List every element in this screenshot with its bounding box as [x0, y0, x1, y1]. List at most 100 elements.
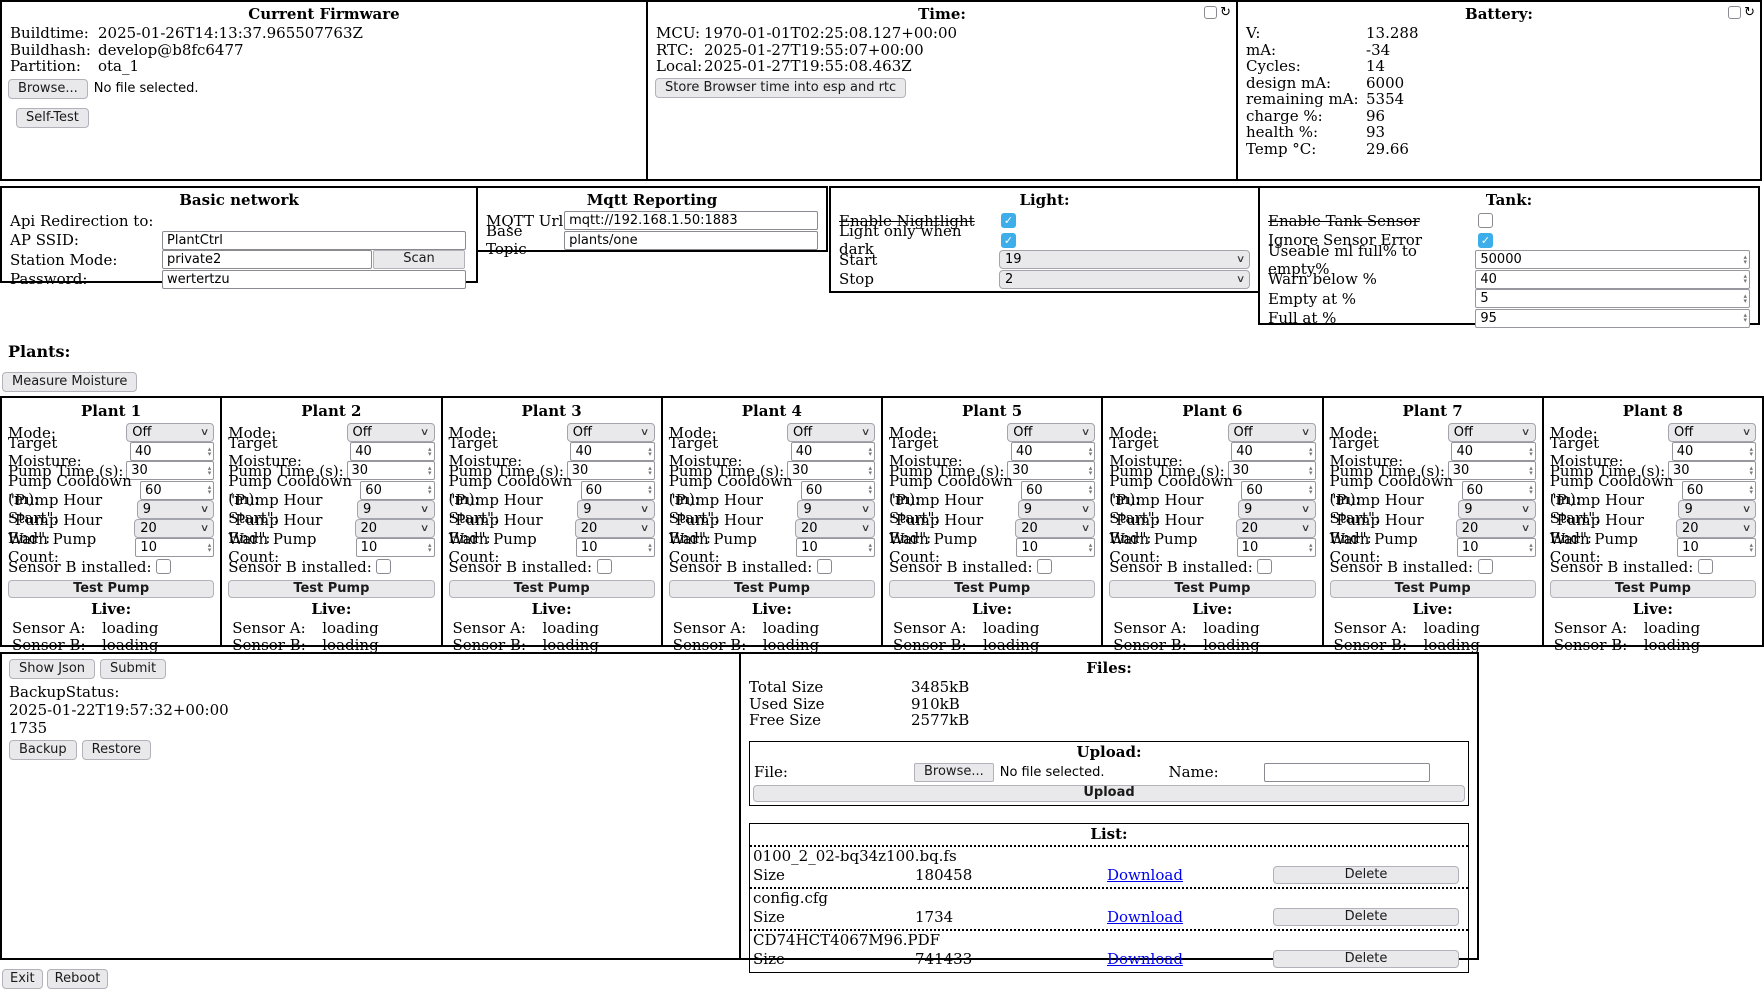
upload-browse-button[interactable]: Browse...: [914, 763, 994, 782]
number-spinner[interactable]: ▴▾: [868, 485, 872, 495]
time-auto-refresh-checkbox[interactable]: [1204, 6, 1217, 19]
pump-cooldown-input[interactable]: 60▴▾: [360, 481, 434, 500]
warn-pump-count-input[interactable]: 10▴▾: [1457, 538, 1536, 557]
exit-button[interactable]: Exit: [2, 969, 43, 989]
test-pump-button[interactable]: Test Pump: [1109, 580, 1315, 598]
tank-field-input[interactable]: 50000 ▴▾: [1475, 250, 1750, 269]
file-download-link[interactable]: Download: [1107, 866, 1183, 884]
number-spinner[interactable]: ▴▾: [648, 466, 652, 476]
mqtt-url-input[interactable]: mqtt://192.168.1.50:1883: [564, 211, 818, 230]
light-stop-select[interactable]: 2∨: [999, 270, 1250, 289]
scan-button[interactable]: Scan: [373, 250, 465, 269]
ignore-sensor-error-checkbox[interactable]: [1478, 233, 1493, 248]
light-only-dark-checkbox[interactable]: [1001, 233, 1016, 248]
number-spinner[interactable]: ▴▾: [648, 543, 652, 553]
number-spinner[interactable]: ▴▾: [1089, 543, 1093, 553]
number-spinner[interactable]: ▴▾: [1529, 485, 1533, 495]
reboot-button[interactable]: Reboot: [47, 969, 109, 989]
number-spinner[interactable]: ▴▾: [868, 447, 872, 457]
number-spinner[interactable]: ▴▾: [428, 485, 432, 495]
pump-hour-start-select[interactable]: 9∨: [1458, 500, 1536, 519]
tank-field-input[interactable]: 5 ▴▾: [1475, 289, 1750, 308]
number-spinner[interactable]: ▴▾: [1749, 447, 1753, 457]
warn-pump-count-input[interactable]: 10▴▾: [1016, 538, 1095, 557]
number-spinner[interactable]: ▴▾: [1749, 485, 1753, 495]
pump-cooldown-input[interactable]: 60▴▾: [801, 481, 875, 500]
battery-auto-refresh-checkbox[interactable]: [1728, 6, 1741, 19]
number-spinner[interactable]: ▴▾: [428, 543, 432, 553]
pump-hour-end-select[interactable]: 20∨: [1236, 519, 1316, 538]
target-moisture-input[interactable]: 40▴▾: [570, 442, 654, 461]
restore-button[interactable]: Restore: [82, 740, 151, 760]
test-pump-button[interactable]: Test Pump: [449, 580, 655, 598]
number-spinner[interactable]: ▴▾: [1089, 485, 1093, 495]
number-spinner[interactable]: ▴▾: [428, 447, 432, 457]
test-pump-button[interactable]: Test Pump: [1550, 580, 1756, 598]
warn-pump-count-input[interactable]: 10▴▾: [796, 538, 875, 557]
enable-tank-sensor-checkbox[interactable]: [1478, 213, 1493, 228]
number-spinner[interactable]: ▴▾: [1089, 447, 1093, 457]
firmware-browse-button[interactable]: Browse...: [8, 79, 88, 99]
battery-refresh-icon[interactable]: ↻: [1744, 6, 1755, 19]
sensor-b-installed-checkbox[interactable]: [597, 559, 612, 574]
mode-select[interactable]: Off∨: [787, 423, 875, 442]
mode-select[interactable]: Off∨: [1007, 423, 1095, 442]
test-pump-button[interactable]: Test Pump: [1330, 580, 1536, 598]
light-start-select[interactable]: 19∨: [999, 250, 1250, 269]
sensor-b-installed-checkbox[interactable]: [1698, 559, 1713, 574]
pump-hour-start-select[interactable]: 9∨: [1238, 500, 1316, 519]
number-spinner[interactable]: ▴▾: [1529, 543, 1533, 553]
number-spinner[interactable]: ▴▾: [208, 543, 212, 553]
show-json-button[interactable]: Show Json: [9, 659, 95, 679]
submit-button[interactable]: Submit: [100, 659, 166, 679]
target-moisture-input[interactable]: 40▴▾: [1231, 442, 1315, 461]
number-spinner[interactable]: ▴▾: [428, 466, 432, 476]
sensor-b-installed-checkbox[interactable]: [1037, 559, 1052, 574]
password-input[interactable]: wertertzu: [162, 270, 466, 289]
number-spinner[interactable]: ▴▾: [1089, 466, 1093, 476]
number-spinner[interactable]: ▴▾: [1749, 466, 1753, 476]
pump-hour-end-select[interactable]: 20∨: [795, 519, 875, 538]
tank-field-input[interactable]: 40 ▴▾: [1475, 270, 1750, 289]
number-spinner[interactable]: ▴▾: [648, 485, 652, 495]
store-browser-time-button[interactable]: Store Browser time into esp and rtc: [655, 78, 906, 98]
target-moisture-input[interactable]: 40▴▾: [1672, 442, 1756, 461]
ap-ssid-input[interactable]: PlantCtrl: [162, 231, 466, 250]
number-spinner[interactable]: ▴▾: [1309, 543, 1313, 553]
file-delete-button[interactable]: Delete: [1273, 950, 1459, 968]
number-spinner[interactable]: ▴▾: [868, 466, 872, 476]
sensor-b-installed-checkbox[interactable]: [1257, 559, 1272, 574]
file-download-link[interactable]: Download: [1107, 908, 1183, 926]
number-spinner[interactable]: ▴▾: [648, 447, 652, 457]
station-ssid-input[interactable]: private2: [162, 250, 372, 269]
mode-select[interactable]: Off∨: [567, 423, 655, 442]
number-spinner[interactable]: ▴▾: [1309, 485, 1313, 495]
number-spinner[interactable]: ▴▾: [1749, 543, 1753, 553]
upload-name-input[interactable]: [1264, 763, 1430, 782]
pump-hour-start-select[interactable]: 9∨: [357, 500, 435, 519]
pump-cooldown-input[interactable]: 60▴▾: [1241, 481, 1315, 500]
pump-hour-end-select[interactable]: 20∨: [575, 519, 655, 538]
self-test-button[interactable]: Self-Test: [16, 108, 89, 128]
time-refresh-icon[interactable]: ↻: [1220, 6, 1231, 19]
enable-nightlight-checkbox[interactable]: [1001, 213, 1016, 228]
number-spinner[interactable]: ▴▾: [1743, 294, 1747, 304]
number-spinner[interactable]: ▴▾: [1529, 447, 1533, 457]
number-spinner[interactable]: ▴▾: [1743, 255, 1747, 265]
number-spinner[interactable]: ▴▾: [1743, 313, 1747, 323]
sensor-b-installed-checkbox[interactable]: [1478, 559, 1493, 574]
number-spinner[interactable]: ▴▾: [208, 485, 212, 495]
target-moisture-input[interactable]: 40▴▾: [130, 442, 214, 461]
pump-hour-start-select[interactable]: 9∨: [577, 500, 655, 519]
file-download-link[interactable]: Download: [1107, 950, 1183, 968]
target-moisture-input[interactable]: 40▴▾: [1451, 442, 1535, 461]
backup-button[interactable]: Backup: [9, 740, 77, 760]
test-pump-button[interactable]: Test Pump: [889, 580, 1095, 598]
warn-pump-count-input[interactable]: 10▴▾: [356, 538, 435, 557]
number-spinner[interactable]: ▴▾: [208, 466, 212, 476]
upload-button[interactable]: Upload: [753, 785, 1465, 802]
number-spinner[interactable]: ▴▾: [1743, 274, 1747, 284]
number-spinner[interactable]: ▴▾: [208, 447, 212, 457]
pump-cooldown-input[interactable]: 60▴▾: [1462, 481, 1536, 500]
pump-hour-end-select[interactable]: 20∨: [1676, 519, 1756, 538]
